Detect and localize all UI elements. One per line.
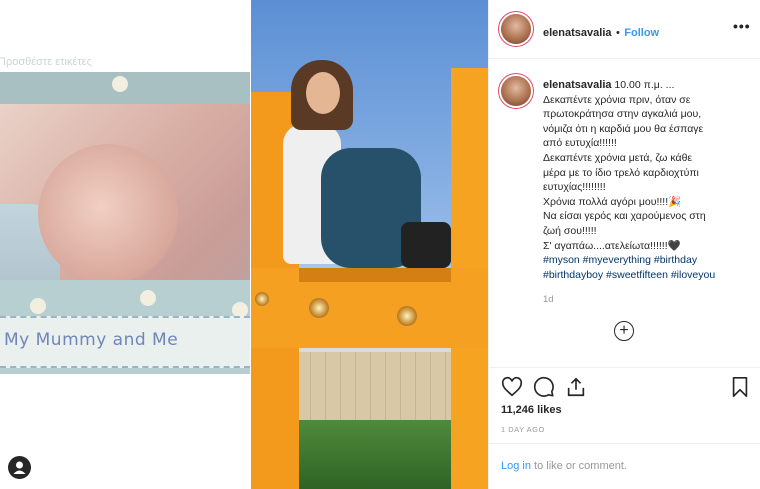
post-header: elenatsavalia • Follow ••• [489, 0, 760, 59]
caption-username[interactable]: elenatsavalia [543, 79, 612, 91]
carousel-image-right [251, 0, 488, 489]
caption-line: μέρα με το ίδιο τρελό καρδιοχτύπι [543, 166, 699, 179]
login-rest: to like or comment. [530, 460, 627, 472]
caption-hashtags[interactable]: #myson #myeverything #birthday [543, 253, 753, 268]
ribbon-text: My Mummy and Me [4, 330, 179, 350]
posted-date: 1 DAY AGO [501, 425, 545, 434]
baby-head [38, 144, 178, 284]
frame-dot [30, 298, 46, 314]
carousel-image-left: Προσθέστε ετικέτες My Mummy and Me [0, 0, 250, 489]
likes-count[interactable]: 11,246 likes [501, 404, 562, 416]
caption-hashtags[interactable]: #birthdayboy #sweetfifteen #iloveyou [543, 268, 753, 283]
bookmark-icon[interactable] [729, 376, 751, 398]
add-tags-hint: Προσθέστε ετικέτες [0, 56, 92, 68]
avatar[interactable] [501, 14, 531, 44]
follow-button[interactable]: Follow [624, 27, 659, 39]
caption-time-ago: 1d [543, 294, 554, 305]
caption-line: νόμιζα ότι η καρδιά μου θα έσπαγε [543, 122, 704, 135]
letter-sign-shade [299, 268, 451, 282]
login-prompt: Log in to like or comment. [501, 460, 627, 472]
caption-line: ευτυχίας!!!!!!!! [543, 181, 606, 194]
caption-line: Να είσαι γερός και χαρούμενος στη [543, 210, 706, 223]
share-icon[interactable] [565, 376, 587, 398]
caption-line: Χρόνια πολλά αγόρι μου!!!!🎉 [543, 195, 682, 208]
comment-icon[interactable] [533, 376, 555, 398]
light-bulb [309, 298, 329, 318]
user-tags-icon[interactable] [8, 456, 31, 479]
add-comment-icon[interactable]: + [614, 321, 634, 341]
actions-separator [489, 367, 760, 368]
caption: elenatsavalia 10.00 π.μ. ... Δεκαπέντε χ… [543, 78, 753, 282]
caption-line: πρωτοκράτησα στην αγκαλιά μου, [543, 108, 702, 121]
girl-face [306, 72, 340, 114]
caption-avatar[interactable] [501, 76, 531, 106]
light-bulb [397, 306, 417, 326]
girl-boots [401, 222, 451, 268]
frame-dot [112, 76, 128, 92]
header-username[interactable]: elenatsavalia [543, 27, 612, 39]
caption-time: 10.00 π.μ. ... [614, 79, 675, 91]
caption-line: ζωή σου!!!!! [543, 224, 597, 237]
more-icon[interactable]: ••• [733, 18, 751, 34]
caption-line: από ευτυχία!!!!!! [543, 137, 617, 150]
bottom-separator [489, 443, 760, 444]
frame-dot [140, 290, 156, 306]
caption-line: Σ' αγαπάω....ατελείωτα!!!!!!🖤 [543, 239, 681, 252]
light-bulb [255, 292, 269, 306]
post-panel: elenatsavalia • Follow ••• elenatsavalia… [489, 0, 760, 489]
header-separator: • [615, 27, 620, 39]
heart-icon[interactable] [501, 376, 523, 398]
baby-photo: My Mummy and Me [0, 72, 250, 374]
login-link[interactable]: Log in [501, 460, 531, 472]
caption-line: Δεκαπέντε χρόνια μετά, ζω κάθε [543, 151, 693, 164]
caption-line: Δεκαπέντε χρόνια πριν, όταν σε [543, 93, 691, 106]
header-text: elenatsavalia • Follow [543, 23, 659, 41]
